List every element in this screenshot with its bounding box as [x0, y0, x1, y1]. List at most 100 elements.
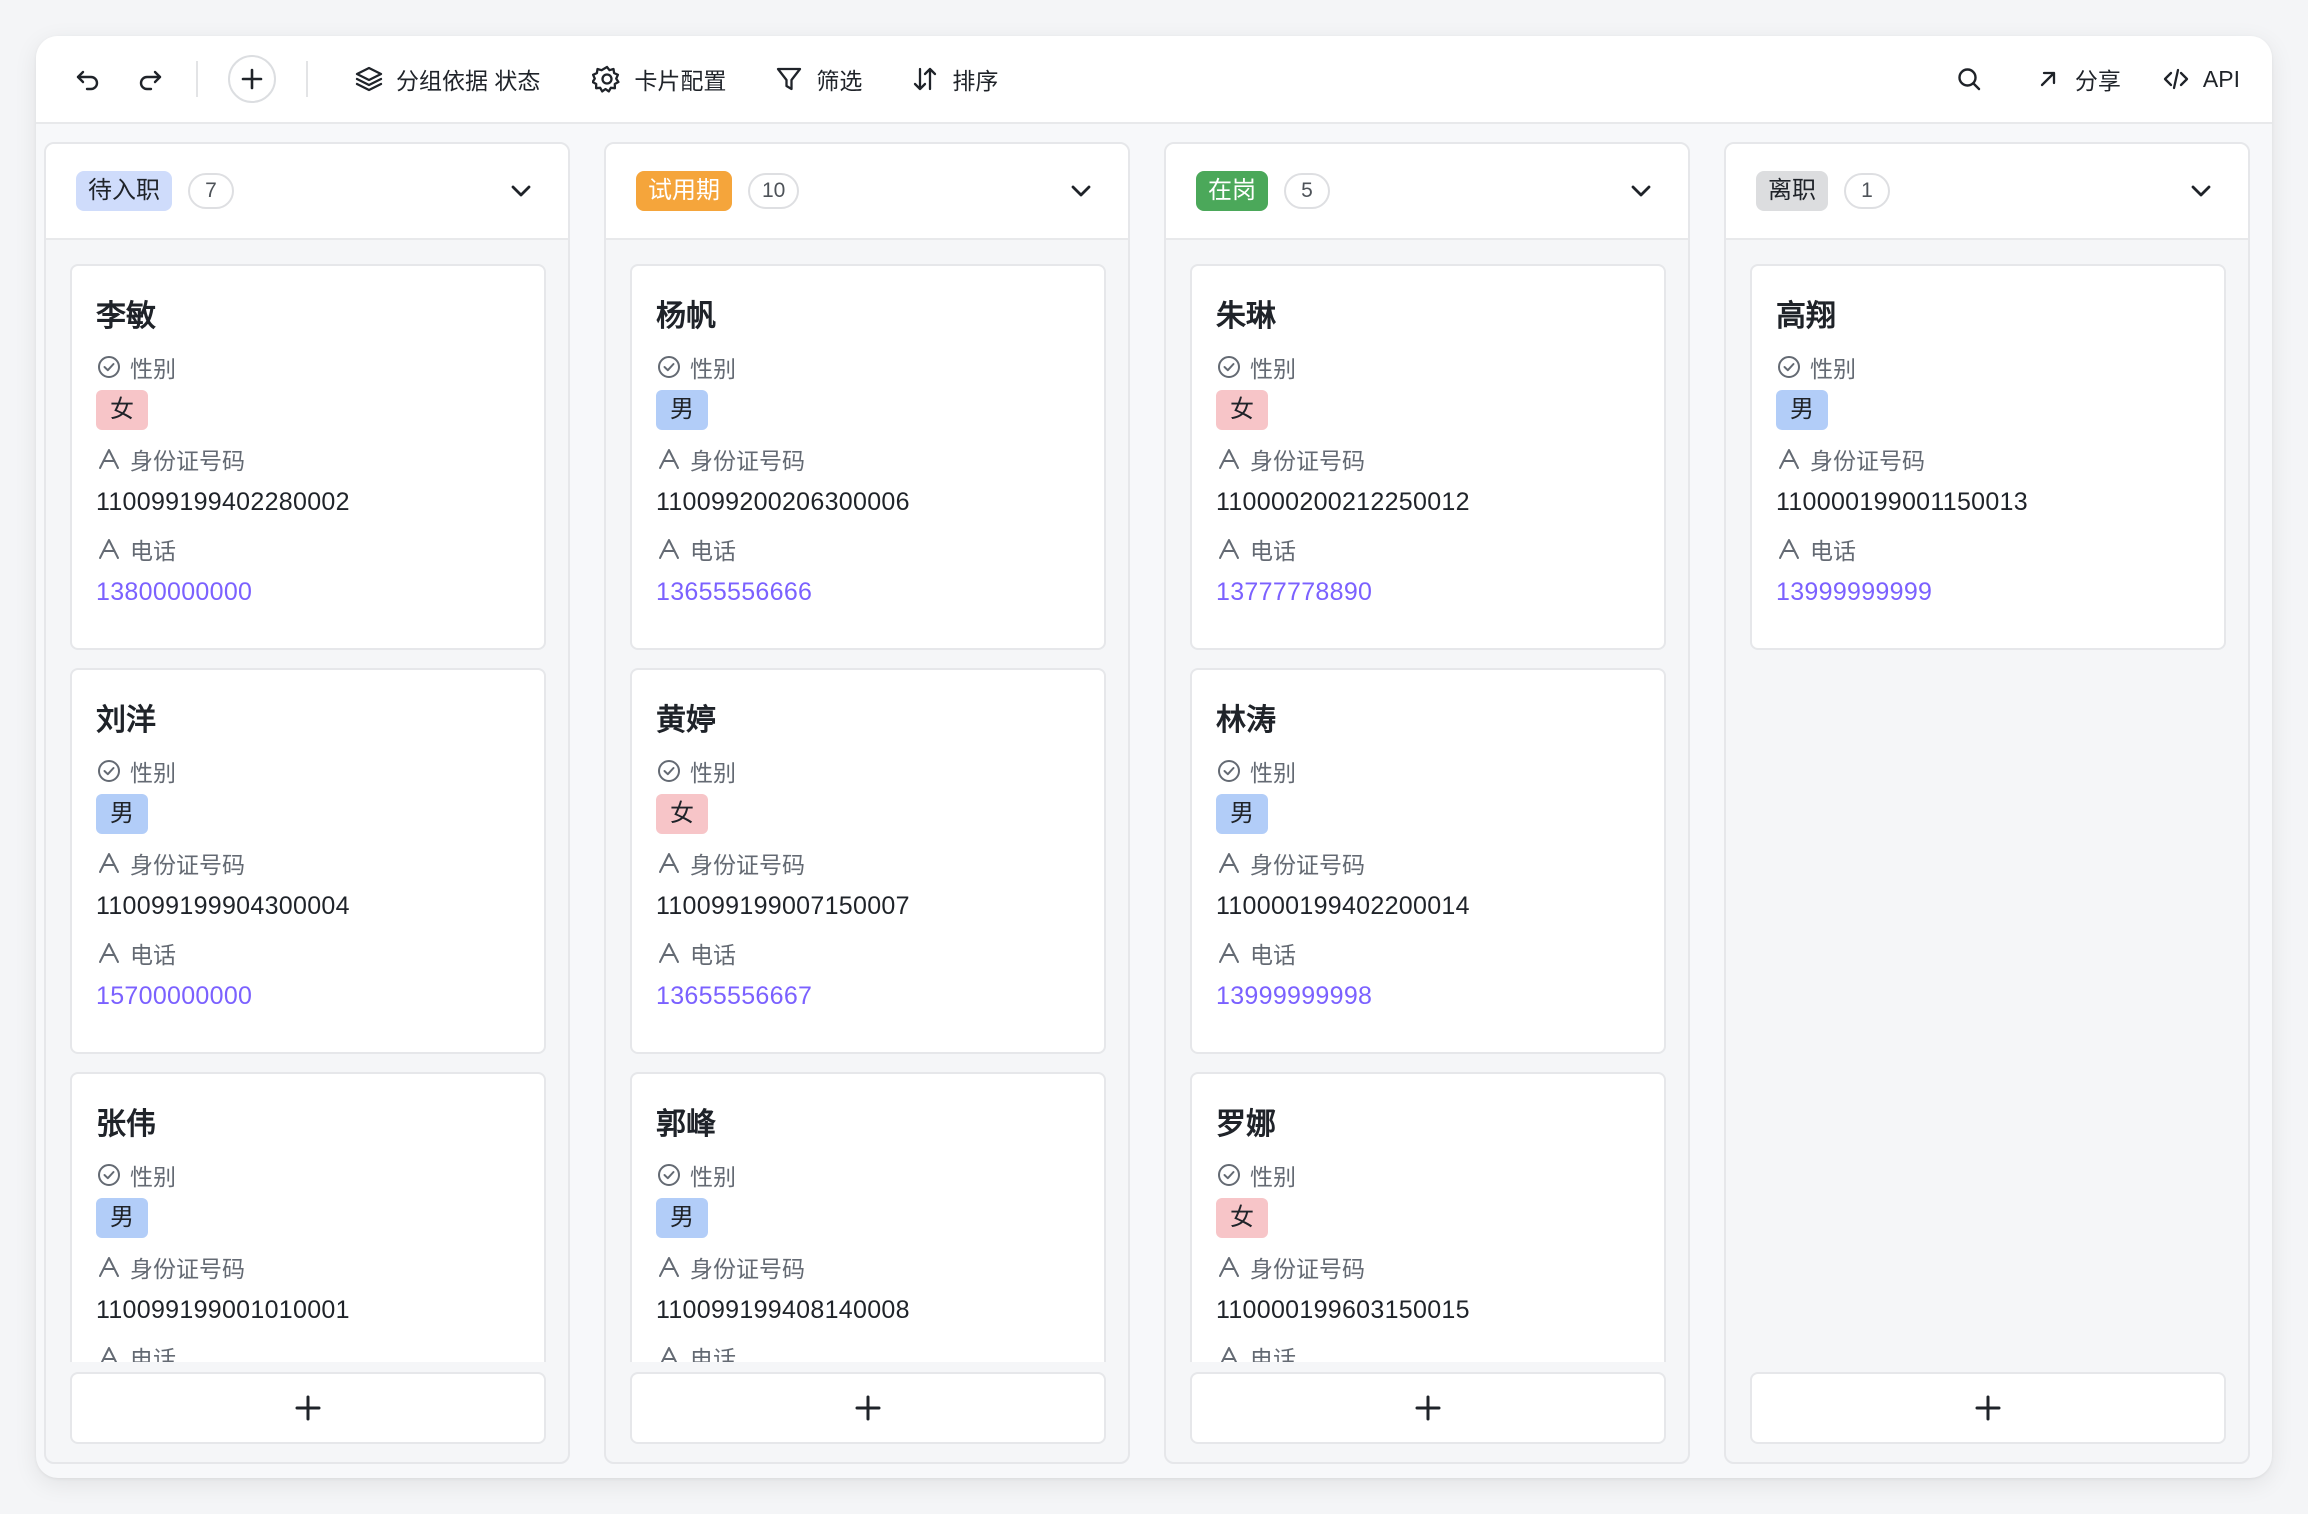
phone-link[interactable]: 13999999999: [1776, 574, 2224, 610]
column-collapse-button[interactable]: [2184, 174, 2218, 208]
gender-tag: 男: [96, 1198, 148, 1238]
field-label-text: 身份证号码: [1810, 448, 1925, 474]
record-card[interactable]: 张伟 性别 男 身份证号码 110099199001010001 电话: [70, 1072, 546, 1362]
field-label-text: 身份证号码: [1250, 1256, 1365, 1282]
count-badge: 7: [188, 173, 234, 209]
field-label-text: 电话: [1250, 942, 1296, 968]
card-config-button[interactable]: 卡片配置: [586, 55, 732, 103]
sort-icon: [914, 67, 937, 91]
gender-tag: 女: [96, 390, 148, 430]
plus-icon: [295, 1395, 321, 1421]
field-label-id: 身份证号码: [1216, 1250, 1664, 1284]
add-card-button[interactable]: [1190, 1372, 1666, 1444]
phone-link[interactable]: 13999999998: [1216, 978, 1664, 1014]
share-label: 分享: [2074, 68, 2121, 94]
status-tag: 离职: [1756, 171, 1828, 211]
plus-icon: [1975, 1395, 2001, 1421]
id-number-value: 110000199402200014: [1216, 892, 1470, 920]
field-label-text: 电话: [130, 538, 176, 564]
api-button[interactable]: API: [2155, 55, 2246, 103]
kanban-column: 离职 1 高翔 性别 男 身份证号码 110000199001150013 电话…: [1724, 142, 2250, 1464]
undo-button[interactable]: [68, 59, 108, 99]
text-field-icon: [1219, 943, 1239, 963]
field-label-text: 性别: [130, 356, 176, 382]
search-button[interactable]: [1949, 59, 1989, 99]
text-field-icon: [1220, 1347, 1238, 1362]
gender-tag: 男: [656, 390, 708, 430]
record-card[interactable]: 刘洋 性别 男 身份证号码 110099199904300004 电话 1570…: [70, 668, 546, 1054]
record-card[interactable]: 高翔 性别 男 身份证号码 110000199001150013 电话 1399…: [1750, 264, 2226, 650]
id-number-value: 110099199402280002: [96, 488, 350, 516]
sort-button[interactable]: 排序: [904, 55, 1004, 103]
record-card[interactable]: 杨帆 性别 男 身份证号码 110099200206300006 电话 1365…: [630, 264, 1106, 650]
gender-tag: 女: [656, 794, 708, 834]
field-label-id: 身份证号码: [1216, 846, 1664, 880]
gender-tag: 女: [1216, 390, 1268, 430]
text-field-icon: [1219, 539, 1239, 559]
phone-link[interactable]: 13777778890: [1216, 574, 1664, 610]
check-circle-icon: [1778, 356, 1800, 378]
record-card[interactable]: 李敏 性别 女 身份证号码 110099199402280002 电话 1380…: [70, 264, 546, 650]
phone-link[interactable]: 15700000000: [96, 978, 544, 1014]
field-label-gender: 性别: [656, 350, 1104, 384]
field-label-gender: 性别: [656, 1158, 1104, 1192]
kanban-column: 试用期 10 杨帆 性别 男 身份证号码 110099200206300006 …: [604, 142, 1130, 1464]
text-field-icon: [659, 539, 679, 559]
text-field-icon: [99, 1257, 119, 1277]
phone-link[interactable]: 13655556667: [656, 978, 1104, 1014]
column-collapse-button[interactable]: [504, 174, 538, 208]
filter-button[interactable]: 筛选: [768, 55, 868, 103]
record-card[interactable]: 黄婷 性别 女 身份证号码 110099199007150007 电话 1365…: [630, 668, 1106, 1054]
field-label-id: 身份证号码: [656, 1250, 1104, 1284]
field-label-text: 电话: [1810, 538, 1856, 564]
add-record-button[interactable]: [228, 55, 276, 103]
card-list: 李敏 性别 女 身份证号码 110099199402280002 电话 1380…: [70, 264, 546, 1362]
field-label-phone: 电话: [1216, 936, 1664, 970]
phone-link[interactable]: 13655556666: [656, 574, 1104, 610]
share-button[interactable]: 分享: [2027, 55, 2127, 103]
add-card-button[interactable]: [1750, 1372, 2226, 1444]
field-label-text: 电话: [1250, 1346, 1296, 1362]
card-title: 高翔: [1776, 300, 1836, 333]
chevron-down-icon: [1631, 185, 1651, 197]
card-title: 杨帆: [656, 300, 716, 333]
record-card[interactable]: 林涛 性别 男 身份证号码 110000199402200014 电话 1399…: [1190, 668, 1666, 1054]
field-label-gender: 性别: [1216, 350, 1664, 384]
field-label-text: 电话: [690, 1346, 736, 1362]
field-label-text: 性别: [1250, 760, 1296, 786]
arrow-up-right-icon: [2040, 71, 2056, 87]
search-icon: [1958, 68, 1981, 91]
text-field-icon: [660, 1347, 678, 1362]
plus-icon: [241, 68, 263, 90]
record-card[interactable]: 罗娜 性别 女 身份证号码 110000199603150015 电话: [1190, 1072, 1666, 1362]
group-by-button[interactable]: 分组依据 状态: [348, 55, 546, 103]
field-label-id: 身份证号码: [96, 1250, 544, 1284]
redo-button[interactable]: [130, 59, 170, 99]
field-label-text: 性别: [1250, 356, 1296, 382]
id-number-value: 110099199007150007: [656, 892, 910, 920]
column-collapse-button[interactable]: [1624, 174, 1658, 208]
id-number-value: 110099199904300004: [96, 892, 350, 920]
check-circle-icon: [1218, 1164, 1240, 1186]
column-collapse-button[interactable]: [1064, 174, 1098, 208]
card-title: 郭峰: [656, 1108, 716, 1141]
card-title: 黄婷: [656, 704, 716, 737]
gender-tag: 男: [1776, 390, 1828, 430]
text-field-icon: [1219, 1257, 1239, 1277]
toolbar: 分组依据 状态 卡片配置 筛选 排序 分享 API: [36, 36, 2272, 124]
status-tag: 试用期: [636, 171, 732, 211]
kanban-column: 在岗 5 朱琳 性别 女 身份证号码 110000200212250012 电话…: [1164, 142, 1690, 1464]
record-card[interactable]: 郭峰 性别 男 身份证号码 110099199408140008 电话: [630, 1072, 1106, 1362]
phone-link[interactable]: 13800000000: [96, 574, 544, 610]
add-card-button[interactable]: [70, 1372, 546, 1444]
field-label-text: 性别: [130, 1164, 176, 1190]
record-card[interactable]: 朱琳 性别 女 身份证号码 110000200212250012 电话 1377…: [1190, 264, 1666, 650]
field-label-phone: 电话: [656, 532, 1104, 566]
text-field-icon: [99, 449, 119, 469]
field-label-gender: 性别: [656, 754, 1104, 788]
add-card-button[interactable]: [630, 1372, 1106, 1444]
text-field-icon: [659, 1257, 679, 1277]
field-label-phone: 电话: [1776, 532, 2224, 566]
id-number-value: 110000199001150013: [1776, 488, 2028, 516]
field-label-gender: 性别: [96, 350, 544, 384]
